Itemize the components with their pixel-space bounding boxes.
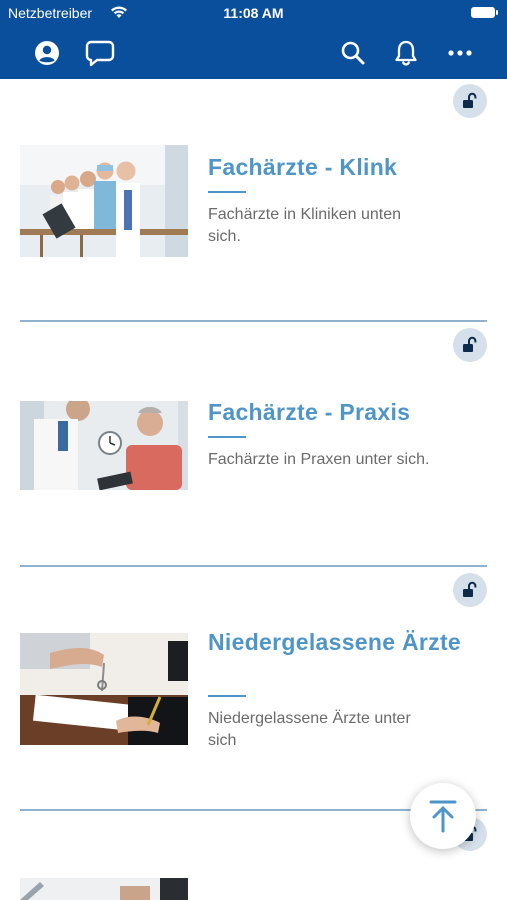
unlock-icon — [463, 336, 477, 352]
bell-icon — [395, 40, 417, 66]
card-divider — [20, 565, 487, 567]
doctors-team-photo — [20, 145, 188, 257]
scroll-to-top-button[interactable] — [410, 783, 476, 849]
doctor-patient-photo — [20, 401, 188, 490]
card-image[interactable] — [20, 633, 188, 745]
more-button[interactable] — [438, 27, 482, 79]
unlock-icon — [463, 581, 477, 597]
card-image[interactable] — [20, 878, 188, 900]
search-icon — [341, 41, 365, 65]
card-description: Fachärzte in Kliniken unten sich. — [208, 206, 401, 245]
notifications-button[interactable] — [384, 27, 428, 79]
profile-icon — [35, 41, 59, 65]
group-list[interactable]: Fachärzte - Klink Fachärzte in Kliniken … — [0, 79, 507, 900]
chat-icon — [85, 40, 115, 67]
profile-button[interactable] — [25, 27, 69, 79]
title-underline — [208, 695, 246, 697]
contract-keys-photo — [20, 633, 188, 745]
card-image[interactable] — [20, 145, 188, 257]
clock: 11:08 AM — [223, 5, 284, 21]
title-underline — [208, 436, 246, 438]
more-icon — [448, 50, 472, 56]
card-description: Fachärzte in Praxen unter sich. — [208, 451, 430, 468]
lock-toggle-button[interactable] — [453, 328, 487, 362]
card-title[interactable]: Niedergelassene Ärzte — [208, 628, 468, 657]
card-title[interactable]: Fachärzte - Klink — [208, 153, 468, 182]
scroll-to-top-icon — [429, 800, 457, 833]
card-description: Niedergelassene Ärzte unter sich — [208, 710, 411, 749]
status-bar: Netzbetreiber 11:08 AM — [0, 0, 507, 27]
card-divider — [20, 320, 487, 322]
card-title[interactable]: Fachärzte - Praxis — [208, 398, 468, 427]
title-underline — [208, 191, 246, 193]
card-image[interactable] — [20, 401, 188, 490]
partial-photo — [20, 878, 188, 900]
search-button[interactable] — [331, 27, 375, 79]
lock-toggle-button[interactable] — [453, 84, 487, 118]
unlock-icon — [463, 92, 477, 108]
top-navigation-bar — [0, 27, 507, 79]
lock-toggle-button[interactable] — [453, 573, 487, 607]
chat-button[interactable] — [78, 27, 122, 79]
battery-icon — [471, 7, 498, 18]
